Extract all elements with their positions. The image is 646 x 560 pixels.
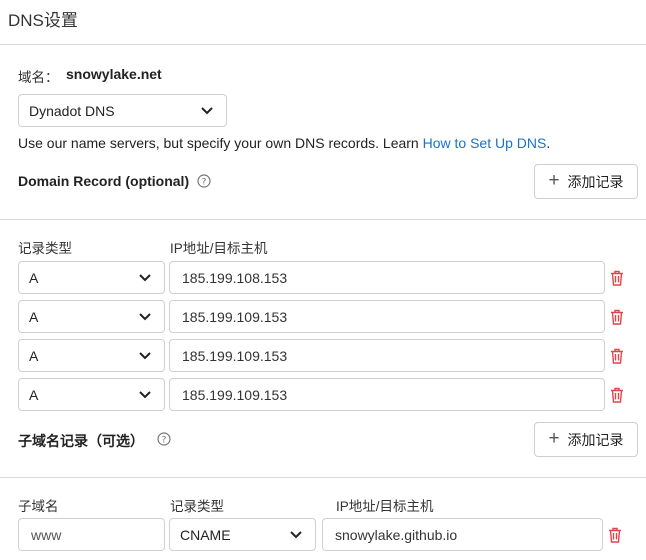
chevron-down-icon [290,531,302,539]
dns-provider-value: Dynadot DNS [29,102,115,119]
svg-text:?: ? [162,436,167,446]
record-type-select[interactable]: A [18,378,165,411]
add-domain-record-button[interactable]: + 添加记录 [534,164,638,199]
record-type-select[interactable]: A [18,300,165,333]
help-icon[interactable]: ? [197,174,211,188]
chevron-down-icon [139,313,151,321]
ip-target-input[interactable]: 185.199.109.153 [169,339,605,372]
domain-label: 域名： [18,70,59,85]
trash-icon[interactable] [608,527,622,543]
ip-target-header: IP地址/目标主机 [170,241,268,256]
section-divider [0,219,646,220]
trash-icon[interactable] [610,309,624,325]
subdomain-header: 子域名 [18,499,59,514]
ip-target-header: IP地址/目标主机 [336,499,434,514]
record-type-value: A [29,386,39,403]
ip-target-input[interactable]: 185.199.108.153 [169,261,605,294]
subdomain-target-value: snowylake.github.io [335,526,458,543]
record-type-select[interactable]: A [18,339,165,372]
ip-target-input[interactable]: 185.199.109.153 [169,300,605,333]
plus-icon: + [548,428,560,449]
domain-value: snowylake.net [66,66,162,82]
subdomain-target-input[interactable]: snowylake.github.io [322,518,603,551]
svg-text:?: ? [202,178,207,188]
record-type-value: A [29,269,39,286]
help-icon[interactable]: ? [157,432,171,446]
ip-target-value: 185.199.109.153 [182,308,288,325]
subdomain-record-type-select[interactable]: CNAME [169,518,316,551]
dns-provider-select[interactable]: Dynadot DNS [18,94,227,127]
ip-target-value: 185.199.108.153 [182,269,288,286]
how-to-setup-dns-link[interactable]: How to Set Up DNS [423,135,547,151]
chevron-down-icon [139,352,151,360]
trash-icon[interactable] [610,270,624,286]
dns-description-text: Use our name servers, but specify your o… [18,135,423,151]
record-type-header: 记录类型 [170,499,224,514]
add-domain-record-label: 添加记录 [567,173,624,190]
page-title: DNS设置 [8,11,78,30]
add-subdomain-record-label: 添加记录 [567,431,624,448]
record-type-select[interactable]: A [18,261,165,294]
plus-icon: + [548,170,560,191]
chevron-down-icon [139,391,151,399]
record-type-value: A [29,347,39,364]
dns-description: Use our name servers, but specify your o… [18,135,550,151]
record-type-value: CNAME [180,526,231,543]
domain-record-title: Domain Record (optional) [18,173,190,189]
header-divider [0,44,646,45]
record-type-value: A [29,308,39,325]
chevron-down-icon [201,107,213,115]
trash-icon[interactable] [610,387,624,403]
subdomain-record-title: 子域名记录（可选） [18,433,144,449]
ip-target-value: 185.199.109.153 [182,386,288,403]
chevron-down-icon [139,274,151,282]
section-divider [0,477,646,478]
ip-target-value: 185.199.109.153 [182,347,288,364]
ip-target-input[interactable]: 185.199.109.153 [169,378,605,411]
subdomain-input[interactable]: www [18,518,165,551]
record-type-header: 记录类型 [18,241,72,256]
trash-icon[interactable] [610,348,624,364]
add-subdomain-record-button[interactable]: + 添加记录 [534,422,638,457]
subdomain-value: www [31,526,62,543]
dns-description-suffix: . [546,135,551,151]
